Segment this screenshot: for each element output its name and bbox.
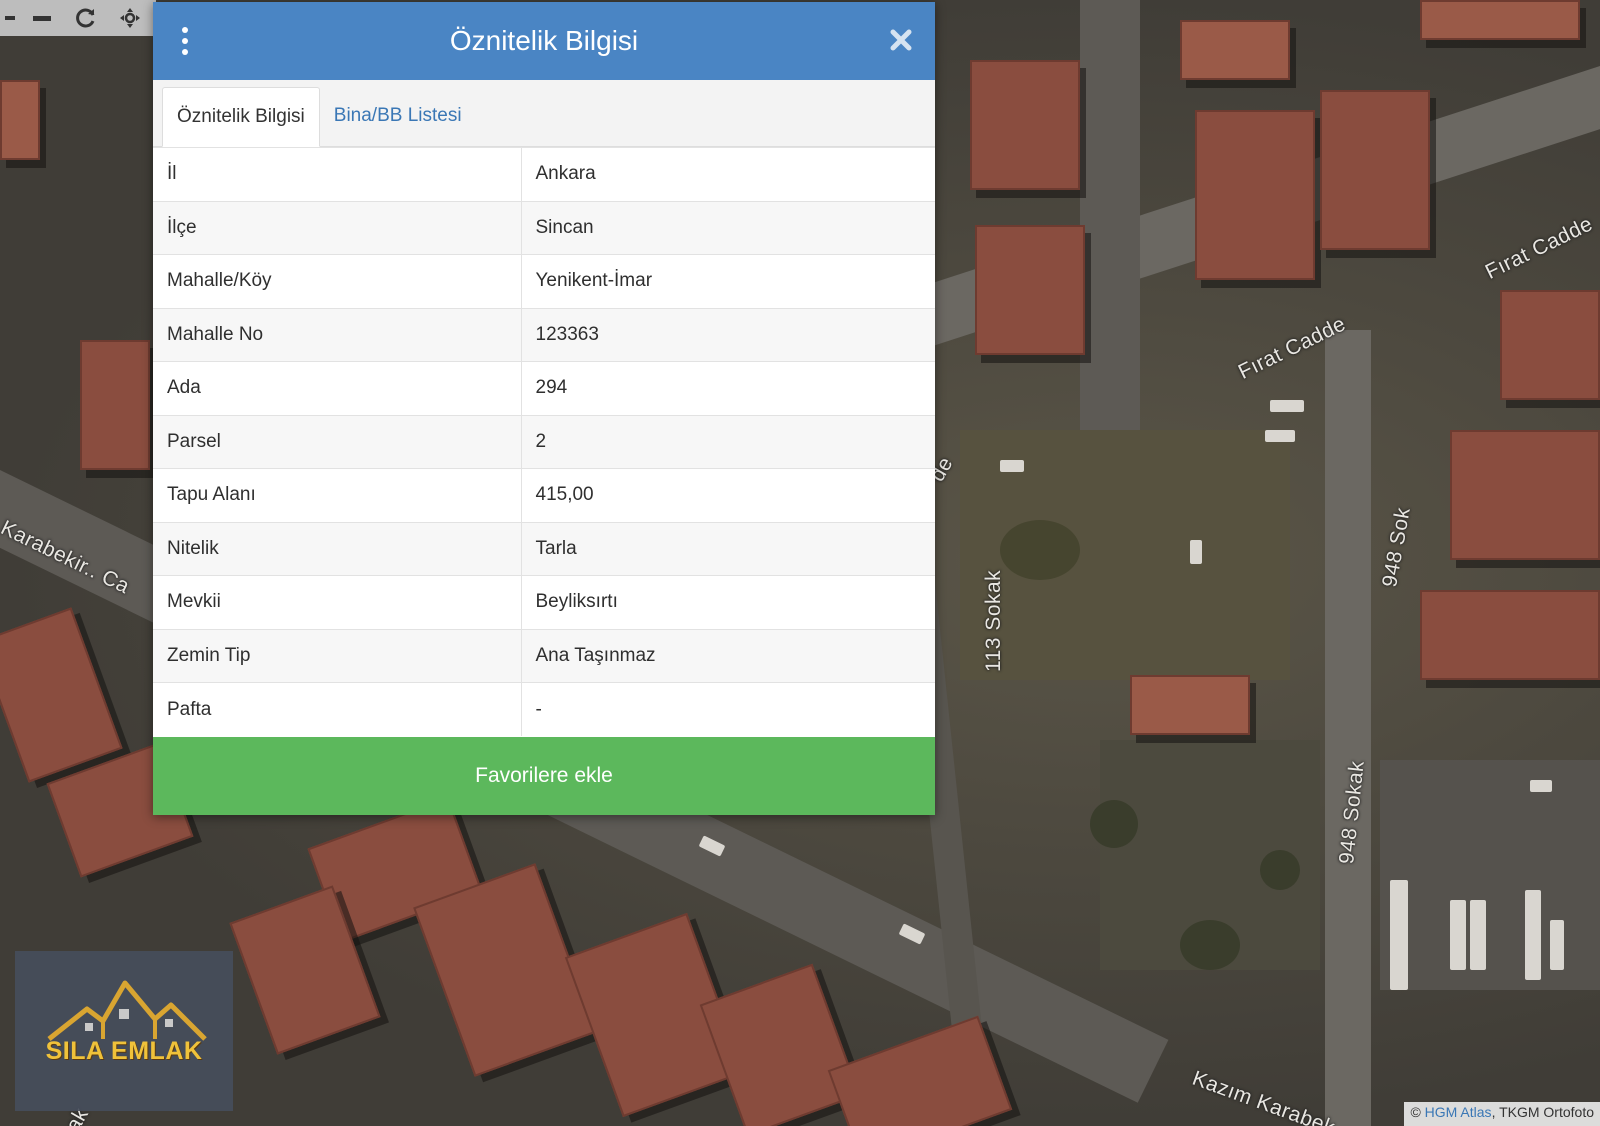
attribute-value: Sincan (521, 200, 935, 255)
attribute-key: Mahalle No (153, 307, 522, 362)
attribute-info-dialog: Öznitelik Bilgisi Öznitelik Bilgisi Bina… (153, 2, 935, 815)
tab-bar: Öznitelik Bilgisi Bina/BB Listesi (153, 80, 935, 147)
tab-building-list[interactable]: Bina/BB Listesi (320, 86, 476, 146)
road-948 (1325, 330, 1371, 1126)
dialog-header: Öznitelik Bilgisi (153, 2, 935, 80)
table-row: Pafta - (153, 682, 935, 736)
attribute-value: Ankara (521, 147, 935, 201)
attribute-key: Nitelik (153, 521, 522, 576)
attribution-link[interactable]: HGM Atlas (1425, 1104, 1492, 1120)
more-options-icon[interactable] (177, 24, 193, 58)
table-row: Mevkii Beyliksırtı (153, 575, 935, 629)
attribute-value: 294 (521, 361, 935, 415)
logo-text: SILA EMLAK (45, 1037, 203, 1065)
attribute-value: Ana Taşınmaz (521, 628, 935, 683)
table-row: Tapu Alanı 415,00 (153, 468, 935, 522)
attribute-value: Tarla (521, 521, 935, 576)
attribute-table: İl Ankara İlçe Sincan Mahalle/Köy Yenikent-İm… (153, 147, 935, 736)
company-logo: SILA EMLAK (15, 951, 233, 1111)
attribute-key: Mahalle/Köy (153, 254, 522, 308)
attribute-value: Beyliksırtı (521, 575, 935, 629)
zoom-out-button[interactable] (20, 2, 64, 34)
map-toolbar (0, 0, 156, 36)
attribute-key: Parsel (153, 414, 522, 469)
map-attribution: © HGM Atlas, TKGM Ortofoto (1404, 1102, 1600, 1126)
attribute-value: - (521, 682, 935, 736)
table-row: Nitelik Tarla (153, 521, 935, 576)
attribute-value: 123363 (521, 307, 935, 362)
attribute-key: İlçe (153, 200, 522, 255)
attribute-key: Mevkii (153, 575, 522, 629)
attribute-key: Zemin Tip (153, 628, 522, 683)
tab-attribute-info[interactable]: Öznitelik Bilgisi (162, 87, 320, 147)
attribute-value: 2 (521, 414, 935, 469)
table-row: Parsel 2 (153, 414, 935, 469)
table-row: İl Ankara (153, 147, 935, 201)
minus-icon (33, 15, 51, 21)
road-north (1080, 0, 1140, 470)
table-row: Mahalle/Köy Yenikent-İmar (153, 254, 935, 308)
table-row: İlçe Sincan (153, 200, 935, 255)
table-row: Zemin Tip Ana Taşınmaz (153, 628, 935, 683)
attribute-value: 415,00 (521, 468, 935, 522)
close-icon (890, 29, 912, 51)
attribute-key: İl (153, 147, 522, 201)
dialog-title: Öznitelik Bilgisi (449, 25, 639, 56)
pan-button[interactable] (108, 2, 152, 34)
move-icon (120, 8, 140, 28)
close-button[interactable] (889, 28, 913, 52)
attribute-key: Tapu Alanı (153, 468, 522, 522)
zoom-out-button[interactable] (0, 2, 20, 34)
street-label-113-sokak: 113 Sokak (982, 569, 1005, 672)
attribute-key: Ada (153, 361, 522, 415)
table-row: Mahalle No 123363 (153, 307, 935, 362)
attribute-key: Pafta (153, 682, 522, 736)
refresh-icon (76, 8, 95, 28)
table-row: Ada 294 (153, 361, 935, 415)
add-to-favorites-button[interactable]: Favorilere ekle (153, 737, 935, 815)
refresh-button[interactable] (64, 2, 108, 34)
minus-icon (5, 16, 15, 20)
attribute-value: Yenikent-İmar (521, 254, 935, 308)
